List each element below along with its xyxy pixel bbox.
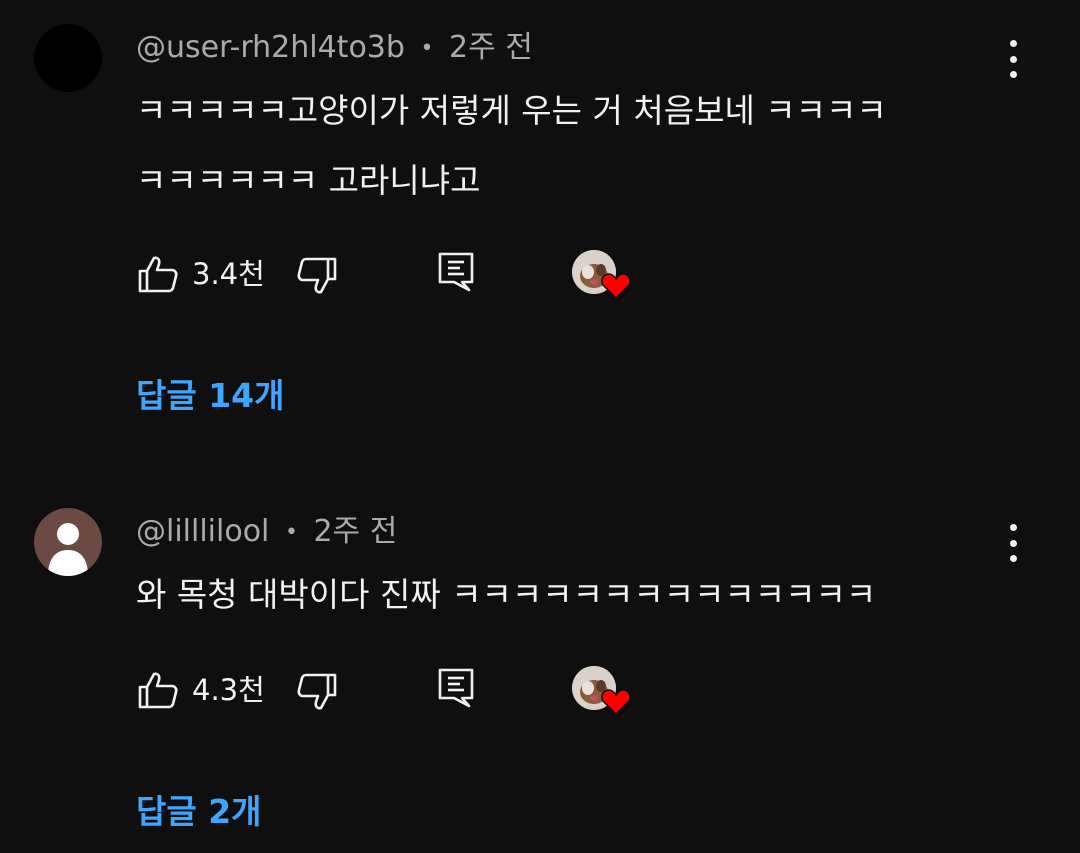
- dislike-button[interactable]: [295, 670, 339, 714]
- author-name[interactable]: @lilllilool: [136, 514, 269, 549]
- avatar[interactable]: [34, 508, 102, 576]
- comment-meta: @lilllilool • 2주 전: [136, 514, 397, 551]
- comment-time: 2주 전: [313, 514, 398, 549]
- thumb-down-icon: [297, 673, 337, 710]
- reply-icon: [438, 668, 474, 708]
- comment-text: 와 목청 대박이다 진짜 ㅋㅋㅋㅋㅋㅋㅋㅋㅋㅋㅋㅋㅋㅋ: [136, 560, 1016, 630]
- replies-button[interactable]: 답글 2개: [136, 792, 262, 832]
- like-count: 4.3천: [192, 673, 265, 707]
- meta-separator: •: [284, 519, 298, 545]
- like-button[interactable]: [136, 668, 180, 712]
- creator-heart-icon: [601, 689, 631, 715]
- comment-thread: @lilllilool • 2주 전 와 목청 대박이다 진짜 ㅋㅋㅋㅋㅋㅋㅋㅋ…: [0, 0, 1080, 853]
- default-avatar-icon: [48, 523, 88, 576]
- comment-text-line: 와 목청 대박이다 진짜 ㅋㅋㅋㅋㅋㅋㅋㅋㅋㅋㅋㅋㅋㅋ: [136, 575, 877, 614]
- reply-button[interactable]: [436, 666, 476, 710]
- thumb-up-icon: [138, 672, 178, 709]
